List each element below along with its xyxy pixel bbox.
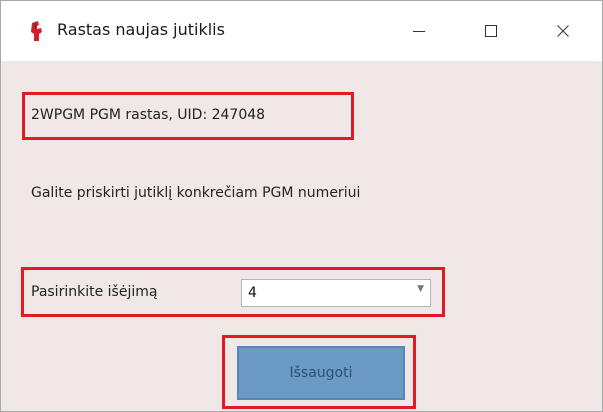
output-select[interactable]: 4 ▼ xyxy=(241,279,431,307)
assign-hint-text: Galite priskirti jutiklį konkrečiam PGM … xyxy=(31,185,361,201)
close-icon xyxy=(557,25,569,37)
dialog-window: Rastas naujas jutiklis 2WPGM PGM rastas,… xyxy=(0,0,603,412)
red-fist-icon xyxy=(31,21,42,41)
maximize-button[interactable] xyxy=(463,11,519,51)
maximize-icon xyxy=(485,25,497,37)
chevron-down-icon: ▼ xyxy=(417,284,424,294)
title-bar[interactable]: Rastas naujas jutiklis xyxy=(1,1,602,61)
output-select-value: 4 xyxy=(248,285,257,301)
output-select-label: Pasirinkite išėjimą xyxy=(31,284,158,300)
save-button[interactable]: Išsaugoti xyxy=(237,346,405,400)
minimize-button[interactable] xyxy=(391,11,447,51)
window-title: Rastas naujas jutiklis xyxy=(57,20,225,39)
sensor-uid-text: 2WPGM PGM rastas, UID: 247048 xyxy=(31,107,266,123)
minimize-icon xyxy=(413,31,425,32)
close-button[interactable] xyxy=(535,11,591,51)
